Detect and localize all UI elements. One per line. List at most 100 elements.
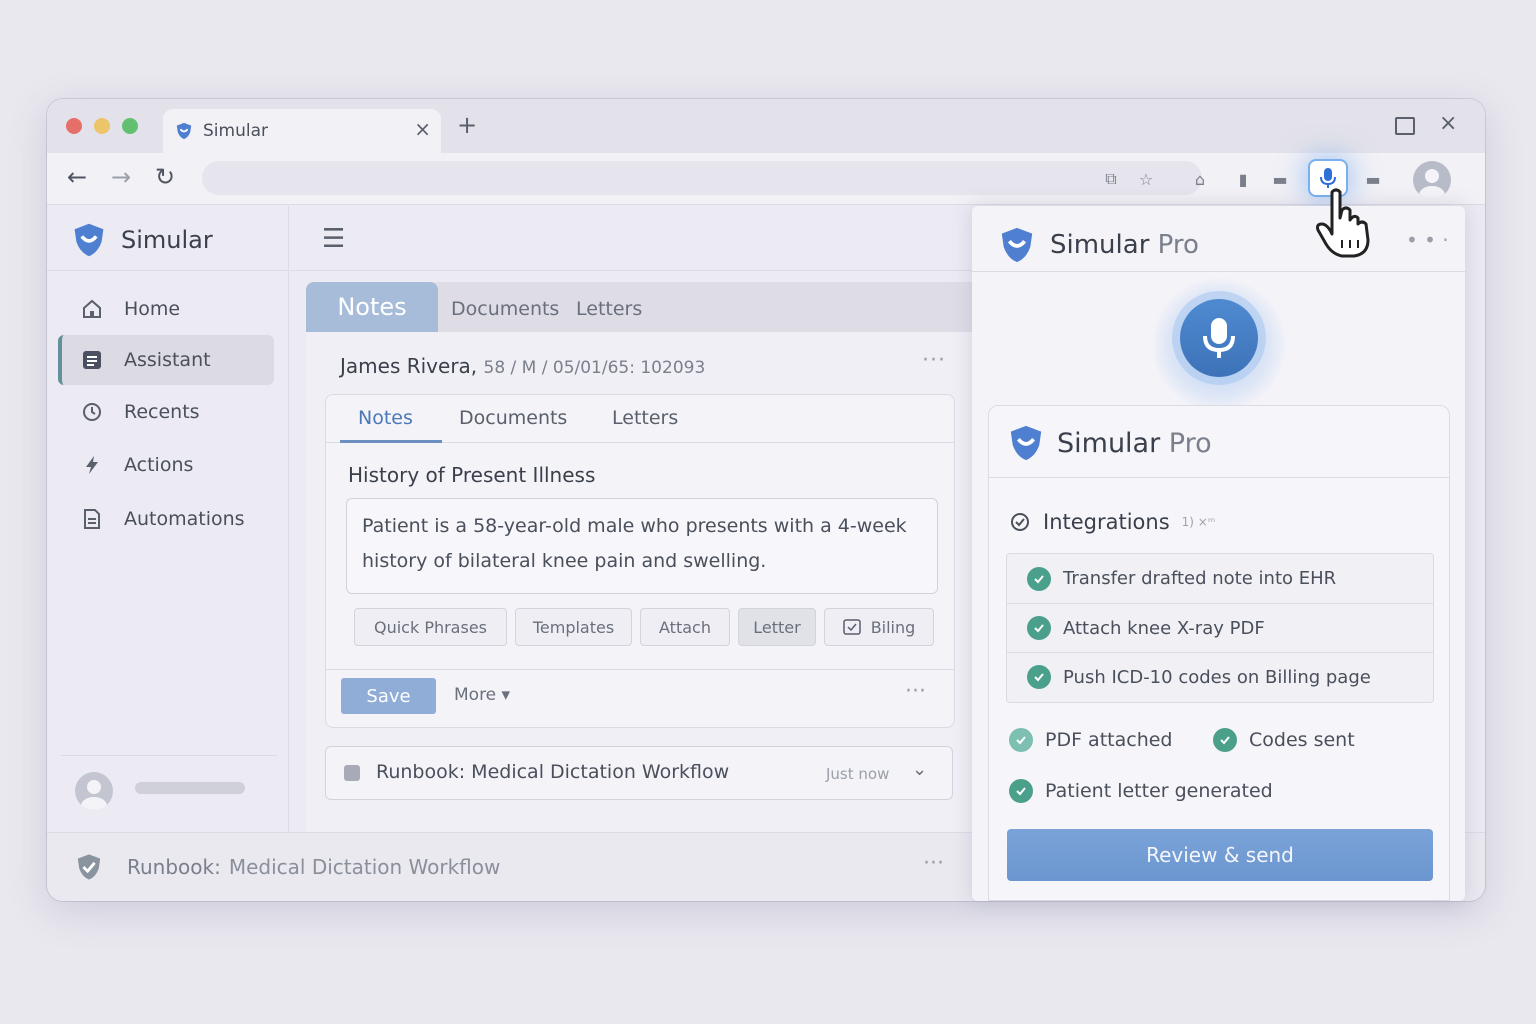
panel-brand-suffix: Pro (1157, 230, 1199, 260)
shield-icon (176, 122, 192, 140)
sidebar-item-label: Assistant (124, 349, 211, 371)
panel-brand-name: Simular (1050, 230, 1150, 260)
integrations-heading: Integrations 1) ×ᵐ (1009, 510, 1215, 534)
tab-notes[interactable]: Notes (306, 282, 438, 332)
tab-letters[interactable]: Letters (576, 298, 642, 320)
tab-documents[interactable]: Documents (459, 407, 567, 429)
inner-tab-bar: Notes Documents Letters (326, 395, 954, 443)
runbook-row[interactable]: Runbook: Medical Dictation Workflow Just… (325, 746, 953, 800)
card-brand: Simular Pro (1007, 424, 1212, 462)
templates-button[interactable]: Templates (515, 608, 632, 646)
review-send-button[interactable]: Review & send (1007, 829, 1433, 881)
close-window-button[interactable] (66, 118, 82, 134)
zoom-window-button[interactable] (122, 118, 138, 134)
forward-arrow-icon[interactable]: → (111, 163, 131, 191)
tab-letters[interactable]: Letters (612, 407, 678, 429)
home-extension-icon[interactable]: ⌂ (1190, 169, 1210, 189)
shield-check-icon (77, 854, 101, 880)
extension-icon[interactable]: ▬ (1363, 169, 1383, 189)
card-brand-name: Simular (1057, 427, 1161, 459)
menu-icon[interactable]: ☰ (322, 224, 345, 254)
list-item: Transfer drafted note into EHR (1007, 554, 1433, 603)
close-icon[interactable]: × (1439, 111, 1457, 136)
more-dropdown[interactable]: More ▾ (454, 685, 510, 705)
more-options-icon[interactable]: ··· (905, 679, 926, 704)
record-button[interactable] (1180, 299, 1258, 377)
sidebar-item-label: Automations (124, 508, 245, 530)
new-tab-button[interactable]: + (457, 111, 477, 139)
sidebar-item-home[interactable]: Home (58, 284, 274, 334)
tab-title: Simular (203, 121, 268, 141)
integrations-sup: 1) ×ᵐ (1181, 515, 1216, 529)
card-header: Simular Pro (989, 406, 1449, 478)
sidebar-item-actions[interactable]: Actions (58, 440, 274, 490)
outer-tab-bar: Notes Documents Letters (306, 282, 996, 332)
check-circle-icon (1027, 616, 1051, 640)
status-pdf-attached: PDF attached (1009, 728, 1172, 752)
simular-pro-panel: Simular Pro • • · Simular Pro Integratio… (972, 206, 1465, 901)
hpi-text-area[interactable]: Patient is a 58-year-old male who presen… (346, 498, 938, 594)
more-options-icon[interactable]: • • · (1406, 228, 1449, 252)
tab-notes[interactable]: Notes (358, 407, 413, 429)
integrations-title: Integrations (1043, 510, 1170, 534)
check-circle-icon (1027, 665, 1051, 689)
check-circle-icon (1213, 728, 1237, 752)
navigation-bar: ← → ↻ ⧉ ☆ ⌂ ▮ ▬ ▬ (47, 153, 1485, 205)
section-title: History of Present Illness (348, 463, 596, 487)
user-avatar[interactable] (75, 772, 113, 810)
translate-icon[interactable]: ⧉ (1101, 169, 1121, 189)
note-editor: Notes Documents Letters History of Prese… (325, 394, 955, 728)
maximize-icon[interactable] (1395, 117, 1415, 135)
minimize-window-button[interactable] (94, 118, 110, 134)
more-options-icon[interactable]: ··· (923, 851, 944, 876)
person-icon (81, 780, 107, 810)
integration-card: Simular Pro Integrations 1) ×ᵐ Transfer … (988, 405, 1450, 901)
quick-phrases-button[interactable]: Quick Phrases (354, 608, 507, 646)
billing-button[interactable]: Biling (824, 608, 934, 646)
user-name-placeholder (135, 782, 245, 794)
sidebar-item-label: Recents (124, 401, 200, 423)
main-content: ☰ Notes Documents Letters James Rivera, … (290, 206, 996, 832)
task-label: Attach knee X-ray PDF (1063, 617, 1265, 639)
status-label: PDF attached (1045, 729, 1173, 751)
sidebar-item-recents[interactable]: Recents (58, 387, 274, 437)
attach-button[interactable]: Attach (640, 608, 730, 646)
address-bar[interactable] (202, 161, 1202, 195)
extension-icon[interactable]: ▬ (1270, 169, 1290, 189)
check-circle-icon (1027, 566, 1051, 591)
billing-label: Biling (870, 617, 916, 637)
panel-header: Simular Pro • • · (972, 206, 1465, 272)
patient-card: James Rivera, 58 / M / 05/01/65: 102093 … (306, 332, 974, 832)
status-prefix: Runbook: (127, 855, 221, 879)
home-icon (80, 297, 104, 321)
back-arrow-icon[interactable]: ← (67, 163, 87, 191)
title-bar: Simular × + × (47, 99, 1485, 153)
list-item: Push ICD-10 codes on Billing page (1007, 652, 1433, 701)
save-button[interactable]: Save (341, 678, 436, 714)
sidebar-item-assistant[interactable]: Assistant (58, 335, 274, 385)
microphone-icon (1320, 168, 1336, 188)
patient-meta: 58 / M / 05/01/65: 102093 (483, 358, 706, 378)
task-label: Push ICD-10 codes on Billing page (1063, 666, 1371, 688)
card-brand-suffix: Pro (1168, 427, 1212, 459)
reload-icon[interactable]: ↻ (155, 163, 175, 191)
chevron-down-icon[interactable]: ⌄ (912, 759, 927, 780)
checkbox-icon (842, 619, 861, 635)
letter-button[interactable]: Letter (738, 608, 816, 646)
task-list: Transfer drafted note into EHR Attach kn… (1006, 553, 1434, 703)
tab-documents[interactable]: Documents (451, 298, 559, 320)
runbook-title: Runbook: Medical Dictation Workflow (376, 761, 730, 783)
brand: Simular (71, 222, 213, 258)
browser-tab[interactable]: Simular × (163, 109, 441, 153)
tab-close-icon[interactable]: × (414, 117, 431, 141)
sidebar-item-label: Actions (124, 454, 194, 476)
profile-avatar[interactable] (1413, 161, 1451, 199)
sidebar-item-automations[interactable]: Automations (58, 494, 274, 544)
assistant-icon (80, 348, 104, 372)
list-item: Attach knee X-ray PDF (1007, 603, 1433, 652)
star-icon[interactable]: ☆ (1136, 169, 1156, 189)
patient-header: James Rivera, 58 / M / 05/01/65: 102093 (340, 354, 705, 378)
more-options-icon[interactable]: ··· (922, 348, 946, 373)
status-letter-generated: Patient letter generated (1009, 779, 1273, 803)
extension-icon[interactable]: ▮ (1233, 169, 1253, 189)
